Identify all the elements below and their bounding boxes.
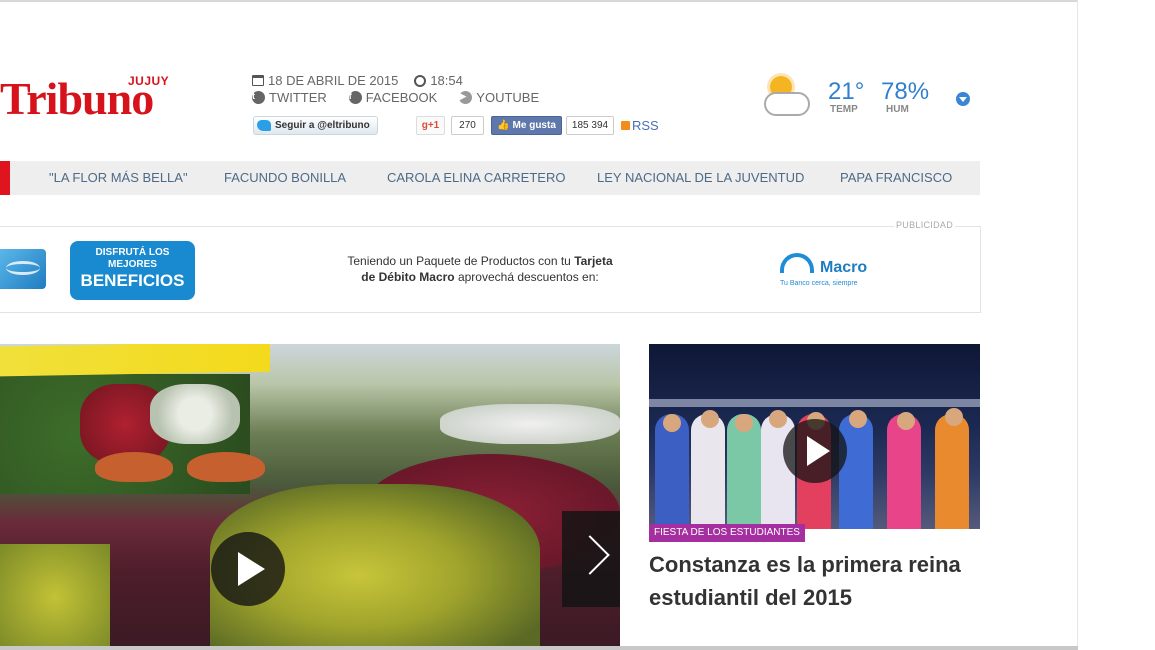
thumbs-up-icon: 👍 [497, 120, 510, 131]
current-time: 18:54 [430, 73, 463, 88]
page-edge [1077, 0, 1078, 650]
ad-text-b: Tarjeta [574, 254, 613, 268]
logo-region: JUJUY [128, 74, 170, 88]
photo-figure [935, 414, 969, 529]
photo-head [897, 412, 915, 430]
feature-headline[interactable]: Constanza es la primera reina estudianti… [649, 548, 979, 614]
nav-item-papa-francisco[interactable]: PAPA FRANCISCO [840, 161, 952, 195]
rss-label: RSS [632, 118, 659, 133]
main-video-thumbnail[interactable] [0, 344, 620, 650]
header-meta: 18 DE ABRIL DE 2015 18:54 t TWITTER f FA… [252, 72, 539, 106]
nav-item-carola-elina-carretero[interactable]: CAROLA ELINA CARRETERO [387, 161, 565, 195]
gplus-count: 270 [451, 116, 484, 135]
debit-card-icon [0, 249, 46, 289]
ad-benefits-badge: DISFRUTÁ LOS MEJORES BENEFICIOS [70, 241, 195, 300]
macro-logo-icon [780, 253, 814, 273]
photo-figure [887, 414, 921, 529]
twitter-bird-icon [257, 120, 271, 131]
trending-nav: "LA FLOR MÁS BELLA" FACUNDO BONILLA CARO… [0, 161, 980, 195]
facebook-like-count: 185 394 [566, 116, 614, 135]
category-tag[interactable]: FIESTA DE LOS ESTUDIANTES [649, 524, 805, 542]
ad-text-d: aprovechá descuentos en: [454, 270, 599, 284]
macro-brand: Macro [820, 259, 868, 276]
youtube-link[interactable]: YOUTUBE [476, 90, 539, 105]
twitter-follow-label: Seguir a @eltribuno [275, 120, 370, 131]
photo-stage-bar [649, 399, 980, 407]
twitter-icon: t [252, 91, 265, 104]
ad-text-a: Teniendo un Paquete de Productos con tu [347, 254, 575, 268]
photo-figure [839, 414, 873, 529]
photo-pot [95, 452, 173, 482]
facebook-like-label: Me gusta [512, 120, 556, 131]
weather-dropdown-icon[interactable] [956, 92, 970, 106]
gplus-button[interactable]: g+1 [416, 116, 445, 135]
ad-text-c: de Débito Macro [361, 270, 455, 284]
photo-awning [0, 344, 270, 377]
ad-copy: Teniendo un Paquete de Productos con tu … [310, 253, 650, 285]
ad-pill-line3: BENEFICIOS [80, 271, 185, 290]
photo-head [945, 408, 963, 426]
nav-item-facundo-bonilla[interactable]: FACUNDO BONILLA [224, 161, 346, 195]
macro-tagline: Tu Banco cerca, siempre [780, 280, 858, 287]
clock-icon [414, 74, 427, 87]
site-logo[interactable]: Tribuno JUJUY [0, 66, 225, 124]
social-links-row: t TWITTER f FACEBOOK ▶ YOUTUBE [252, 89, 539, 106]
rss-icon [621, 121, 630, 130]
macro-logo: Macro Tu Banco cerca, siempre [778, 251, 888, 291]
play-icon[interactable] [211, 532, 285, 606]
calendar-icon [252, 75, 264, 86]
ad-banner[interactable]: DISFRUTÁ LOS MEJORES BENEFICIOS Teniendo… [0, 226, 981, 313]
photo-back-flowers [440, 404, 620, 444]
chevron-right-icon[interactable] [562, 511, 620, 607]
photo-white-flowers [150, 384, 240, 444]
date-time-row: 18 DE ABRIL DE 2015 18:54 [252, 72, 539, 89]
photo-figure [691, 414, 725, 529]
bottom-border [0, 646, 1078, 650]
ad-pill-line2: MEJORES [108, 259, 157, 270]
photo-head [849, 410, 867, 428]
play-icon[interactable] [783, 419, 847, 483]
rss-link[interactable]: RSS [621, 116, 659, 135]
photo-head [769, 410, 787, 428]
twitter-link[interactable]: TWITTER [269, 90, 327, 105]
cloud-icon [764, 92, 810, 116]
photo-yellow-bed-left [0, 544, 110, 650]
facebook-like-button[interactable]: 👍 Me gusta [491, 116, 562, 135]
twitter-follow-button[interactable]: Seguir a @eltribuno [253, 116, 378, 135]
nav-accent [0, 161, 10, 195]
photo-pots [95, 452, 265, 492]
photo-head [663, 414, 681, 432]
facebook-icon: f [348, 91, 362, 104]
temperature-value: 21° [828, 78, 865, 105]
youtube-icon: ▶ [459, 91, 473, 104]
top-border [0, 0, 1078, 2]
ad-label: PUBLICIDAD [894, 220, 956, 230]
temperature-label: TEMP [830, 104, 858, 115]
current-date: 18 DE ABRIL DE 2015 [268, 73, 399, 88]
photo-head [735, 414, 753, 432]
ad-pill-line1: DISFRUTÁ LOS [95, 247, 170, 258]
weather-widget: 21° TEMP 78% HUM [760, 70, 975, 124]
facebook-link[interactable]: FACEBOOK [366, 90, 438, 105]
nav-item-ley-nacional-juventud[interactable]: LEY NACIONAL DE LA JUVENTUD [597, 161, 804, 195]
nav-item-la-flor-mas-bella[interactable]: "LA FLOR MÁS BELLA" [49, 161, 188, 195]
humidity-value: 78% [881, 78, 930, 105]
photo-pot [187, 452, 265, 482]
photo-head [701, 410, 719, 428]
humidity-label: HUM [886, 104, 909, 115]
